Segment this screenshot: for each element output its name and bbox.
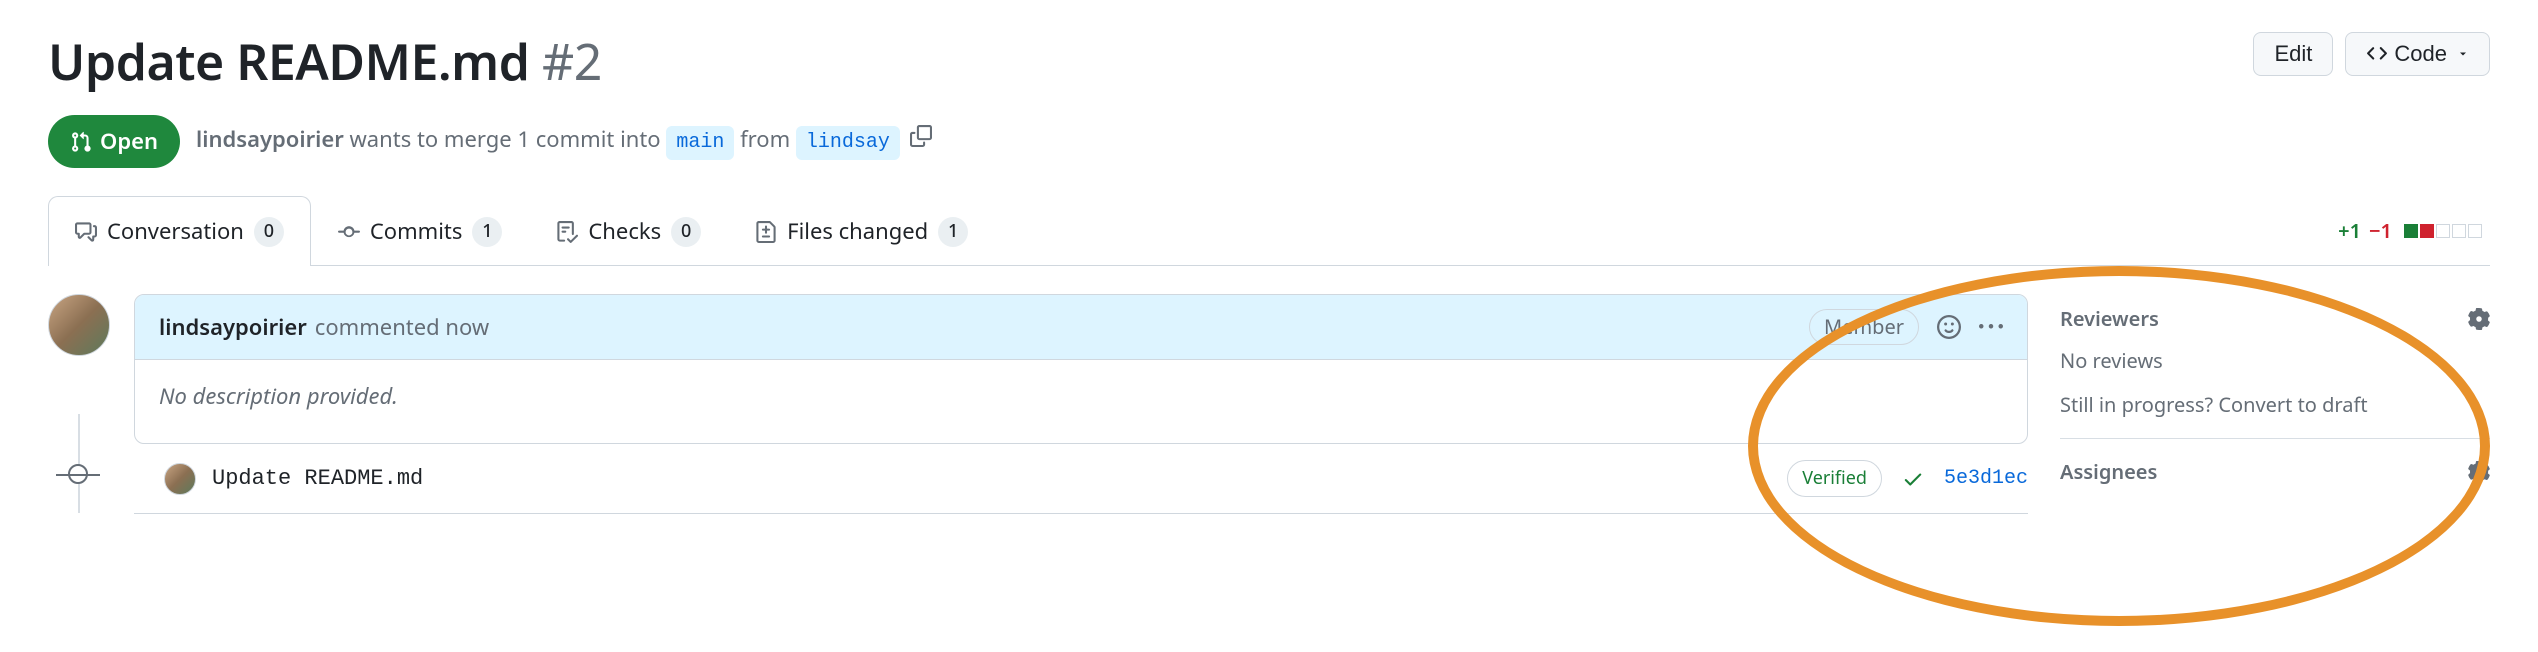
gear-icon[interactable] — [2468, 461, 2490, 483]
sidebar-reviewers: Reviewers No reviews Still in progress? … — [2060, 294, 2490, 439]
convert-to-draft-link[interactable]: Convert to draft — [2218, 391, 2367, 418]
comment-body: No description provided. — [135, 360, 2027, 443]
pr-state-label: Open — [100, 125, 158, 158]
code-button-label: Code — [2394, 41, 2447, 67]
merge-text-2: from — [734, 124, 796, 154]
tab-commits-count: 1 — [472, 217, 502, 247]
comment-timestamp[interactable]: commented now — [315, 311, 489, 344]
comment-discussion-icon — [75, 221, 97, 243]
tab-commits-label: Commits — [370, 215, 463, 248]
commit-message-link[interactable]: Update README.md — [212, 462, 423, 495]
git-pull-request-icon — [70, 131, 92, 153]
edit-button[interactable]: Edit — [2253, 32, 2333, 76]
pr-title: Update README.md #2 — [48, 24, 602, 99]
tab-checks-label: Checks — [588, 215, 661, 248]
edit-button-label: Edit — [2274, 41, 2312, 67]
tab-conversation[interactable]: Conversation 0 — [48, 196, 311, 266]
tab-checks[interactable]: Checks 0 — [529, 196, 728, 266]
code-icon — [2366, 43, 2388, 65]
tab-conversation-count: 0 — [254, 217, 284, 247]
tab-files-changed[interactable]: Files changed 1 — [728, 196, 995, 266]
comment-author[interactable]: lindsaypoirier — [159, 311, 307, 344]
gear-icon[interactable] — [2468, 308, 2490, 330]
copy-icon[interactable] — [910, 125, 932, 147]
diffstat[interactable]: +1 −1 — [2338, 216, 2490, 246]
kebab-icon[interactable] — [1979, 315, 2003, 339]
caret-down-icon — [2457, 48, 2469, 60]
sidebar-assignees: Assignees — [2060, 439, 2490, 517]
check-icon[interactable] — [1902, 468, 1924, 490]
tab-checks-count: 0 — [671, 217, 701, 247]
comment-box: lindsaypoirier commented now Member — [134, 294, 2028, 444]
pr-state-pill: Open — [48, 115, 180, 168]
diffstat-deletions: −1 — [2369, 216, 2392, 246]
draft-prompt-text: Still in progress? — [2060, 391, 2218, 418]
git-commit-icon — [338, 221, 360, 243]
pr-author-link[interactable]: lindsaypoirier — [196, 124, 344, 154]
head-branch-label[interactable]: lindsay — [796, 126, 900, 160]
reviewers-heading[interactable]: Reviewers — [2060, 304, 2159, 334]
tab-conversation-label: Conversation — [107, 215, 244, 248]
code-dropdown-button[interactable]: Code — [2345, 32, 2490, 76]
commit-row: Update README.md Verified 5e3d1ec — [134, 444, 2028, 514]
verified-badge[interactable]: Verified — [1787, 460, 1882, 497]
assignees-heading[interactable]: Assignees — [2060, 457, 2157, 487]
author-role-badge: Member — [1809, 309, 1919, 345]
merge-summary: lindsaypoirier wants to merge 1 commit i… — [196, 123, 932, 160]
tab-files-label: Files changed — [787, 215, 928, 248]
tab-files-count: 1 — [938, 217, 968, 247]
file-diff-icon — [755, 221, 777, 243]
pr-title-text: Update README.md — [48, 27, 529, 95]
avatar[interactable] — [48, 294, 110, 356]
base-branch-label[interactable]: main — [666, 126, 734, 160]
diffstat-blocks — [2404, 224, 2482, 238]
tab-commits[interactable]: Commits 1 — [311, 196, 530, 266]
tab-nav: Conversation 0 Commits 1 Checks 0 Files … — [48, 196, 2490, 266]
diffstat-additions: +1 — [2338, 216, 2361, 246]
commit-sha-link[interactable]: 5e3d1ec — [1944, 464, 2028, 494]
pr-number: #2 — [542, 27, 602, 95]
checklist-icon — [556, 221, 578, 243]
merge-text-1: wants to merge 1 commit into — [344, 124, 667, 154]
commit-node-icon — [68, 464, 88, 484]
emoji-icon[interactable] — [1937, 315, 1961, 339]
reviewers-none: No reviews — [2060, 346, 2490, 376]
avatar[interactable] — [164, 463, 196, 495]
